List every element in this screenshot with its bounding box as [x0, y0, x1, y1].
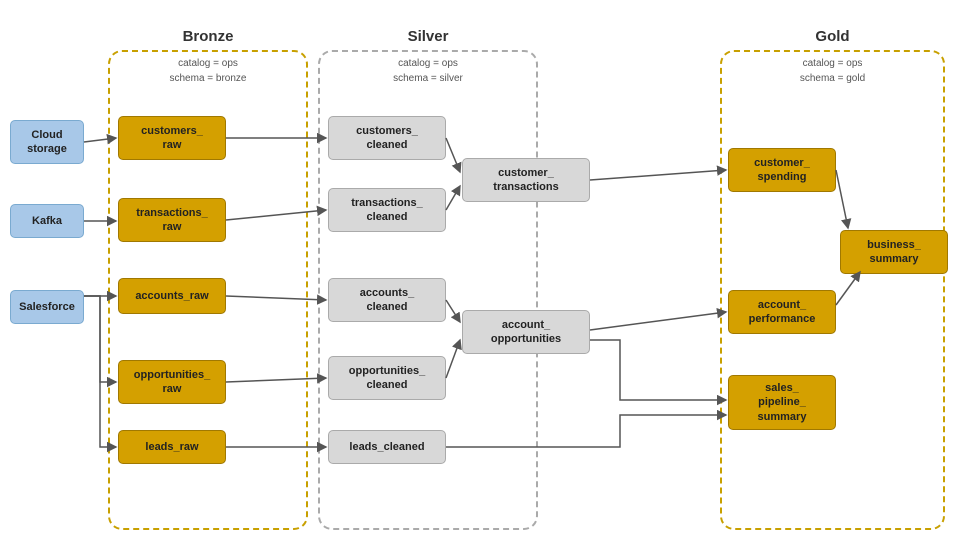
source-salesforce: Salesforce	[10, 290, 84, 324]
bronze-customers-raw: customers_raw	[118, 116, 226, 160]
silver-opportunities-cleaned: opportunities_cleaned	[328, 356, 446, 400]
silver-customers-cleaned: customers_cleaned	[328, 116, 446, 160]
gold-account-performance: account_performance	[728, 290, 836, 334]
silver-accounts-cleaned: accounts_cleaned	[328, 278, 446, 322]
gold-business-summary: business_summary	[840, 230, 948, 274]
gold-customer-spending: customer_spending	[728, 148, 836, 192]
silver-transactions-cleaned: transactions_cleaned	[328, 188, 446, 232]
bronze-opportunities-raw: opportunities_raw	[118, 360, 226, 404]
bronze-accounts-raw: accounts_raw	[118, 278, 226, 314]
bronze-leads-raw: leads_raw	[118, 430, 226, 464]
silver-title: Silver	[408, 28, 449, 45]
bronze-title: Bronze	[183, 28, 234, 45]
silver-customer-transactions: customer_transactions	[462, 158, 590, 202]
gold-sales-pipeline-summary: sales_pipeline_summary	[728, 375, 836, 430]
bronze-subtitle: catalog = ops schema = bronze	[170, 56, 247, 86]
bronze-transactions-raw: transactions_raw	[118, 198, 226, 242]
silver-account-opportunities: account_opportunities	[462, 310, 590, 354]
source-cloud-storage: Cloudstorage	[10, 120, 84, 164]
gold-subtitle: catalog = ops schema = gold	[800, 56, 865, 86]
gold-title: Gold	[815, 28, 849, 45]
source-kafka: Kafka	[10, 204, 84, 238]
silver-leads-cleaned: leads_cleaned	[328, 430, 446, 464]
diagram: Bronze catalog = ops schema = bronze Sil…	[0, 0, 960, 540]
silver-subtitle: catalog = ops schema = silver	[393, 56, 463, 86]
